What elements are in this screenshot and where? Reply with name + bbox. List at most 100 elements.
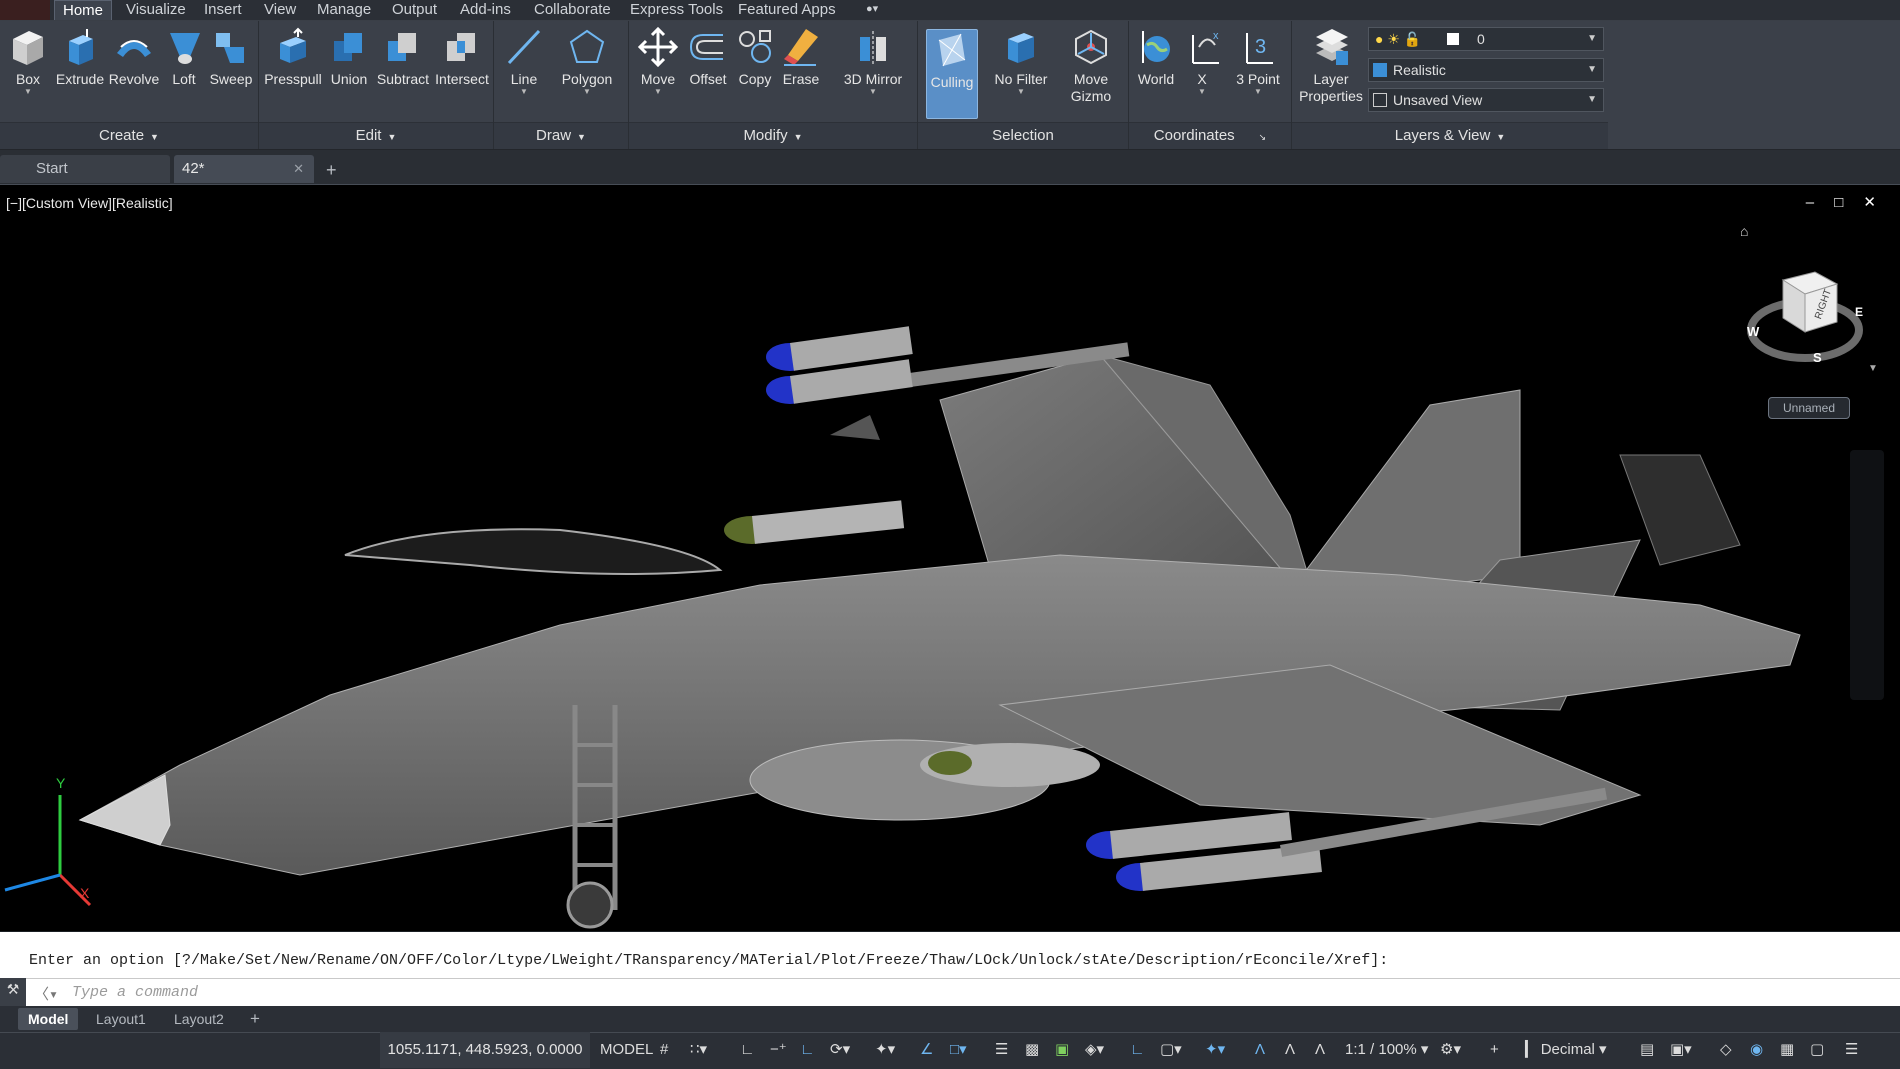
command-prompt-icon[interactable]: 〈▾ [34, 983, 58, 1004]
model-space-toggle[interactable]: MODEL [600, 1032, 653, 1068]
visual-style-dropdown[interactable]: Realistic ▼ [1368, 58, 1604, 82]
clean-screen-icon[interactable]: ▢ [1810, 1032, 1824, 1068]
panel-title-coordinates[interactable]: Coordinates ↘ [1129, 122, 1291, 149]
named-view-dropdown[interactable]: Unsaved View ▼ [1368, 88, 1604, 112]
selection-cycling-icon[interactable]: ▣ [1055, 1032, 1069, 1068]
3d-mirror-button[interactable]: 3D Mirror ▼ [833, 27, 913, 96]
home-icon[interactable]: ⌂ [1740, 223, 1748, 239]
command-placeholder: Type a command [72, 984, 199, 1001]
panel-title-draw[interactable]: Draw ▼ [494, 122, 628, 149]
selection-filter-icon[interactable]: ▢▾ [1160, 1032, 1182, 1068]
grid-icon[interactable]: # [660, 1032, 668, 1068]
panel-draw: Line ▼ Polygon ▼ Draw ▼ [494, 21, 629, 149]
tab-drawing-42[interactable]: 42* ✕ [174, 155, 314, 183]
tab-layout2[interactable]: Layout2 [164, 1008, 234, 1030]
isodraft-icon[interactable]: ✦▾ [875, 1032, 895, 1068]
panel-title-edit[interactable]: Edit ▼ [259, 122, 493, 149]
tab-start[interactable]: Start [0, 155, 170, 183]
graphics-performance-icon[interactable]: ▦ [1780, 1032, 1794, 1068]
object-snap-tracking-icon[interactable]: ∠ [920, 1032, 933, 1068]
object-snap-icon[interactable]: □▾ [950, 1032, 967, 1068]
x-ucs-button[interactable]: x X ▼ [1183, 27, 1221, 96]
navigation-bar[interactable] [1850, 450, 1884, 700]
isolate-objects-icon[interactable]: ◇ [1720, 1032, 1732, 1068]
offset-button[interactable]: Offset [685, 27, 731, 88]
customize-wrench-icon[interactable]: ⚒ [0, 981, 26, 998]
move-gizmo-button[interactable]: Move Gizmo [1060, 27, 1122, 105]
viewport-controls-label[interactable]: [−][Custom View][Realistic] [6, 195, 173, 211]
polygon-button[interactable]: Polygon ▼ [554, 27, 620, 96]
no-filter-button[interactable]: No Filter ▼ [988, 27, 1054, 96]
erase-icon [784, 29, 818, 66]
lock-ui-icon[interactable]: ▣▾ [1670, 1032, 1692, 1068]
auto-scale-icon[interactable]: Λ [1285, 1032, 1295, 1068]
tab-insert[interactable]: Insert [196, 0, 250, 20]
ucs-menu-button[interactable]: Unnamed [1768, 397, 1850, 419]
revolve-button[interactable]: Revolve [108, 27, 160, 88]
lineweight-icon[interactable]: ☰ [995, 1032, 1008, 1068]
3-point-ucs-button[interactable]: 3 3 Point ▼ [1229, 27, 1287, 96]
transparency-icon[interactable]: ▩ [1025, 1032, 1039, 1068]
tab-manage[interactable]: Manage [309, 0, 379, 20]
polar-tracking-icon[interactable]: ⟳▾ [830, 1032, 850, 1068]
intersect-button[interactable]: Intersect [433, 27, 491, 88]
tab-express-tools[interactable]: Express Tools [622, 0, 731, 20]
upper-green-missile-body [752, 500, 905, 544]
annotation-visibility-icon[interactable]: Λ [1255, 1032, 1265, 1068]
copy-button[interactable]: Copy [733, 27, 777, 88]
tab-featured-apps[interactable]: Featured Apps [730, 0, 844, 20]
union-button[interactable]: Union [325, 27, 373, 88]
tab-visualize[interactable]: Visualize [118, 0, 194, 20]
infer-constraints-icon[interactable]: ∟ [740, 1032, 755, 1068]
layer-dropdown[interactable]: ● ☀ 🔓 0 ▼ [1368, 27, 1604, 51]
panel-title-create[interactable]: Create ▼ [0, 122, 258, 149]
line-button[interactable]: Line ▼ [502, 27, 546, 96]
subtract-button[interactable]: Subtract [375, 27, 431, 88]
tab-output[interactable]: Output [384, 0, 445, 20]
snap-icon[interactable]: ∷▾ [690, 1032, 707, 1068]
video-menu-icon[interactable]: ●▾ [858, 0, 886, 20]
viewcube[interactable]: RIGHT W S E [1745, 260, 1865, 370]
close-tab-icon[interactable]: ✕ [293, 155, 304, 183]
units-dropdown[interactable]: ▎ Decimal ▾ [1525, 1032, 1607, 1068]
3d-object-snap-icon[interactable]: ◈▾ [1085, 1032, 1104, 1068]
panel-title-modify[interactable]: Modify ▼ [629, 122, 917, 149]
fuselage [78, 554, 1801, 876]
loft-button[interactable]: Loft [164, 27, 204, 88]
tab-view[interactable]: View [256, 0, 304, 20]
gizmo-icon[interactable]: ✦▾ [1205, 1032, 1225, 1068]
new-layout-button[interactable]: + [240, 1008, 270, 1030]
ortho-icon[interactable]: ∟ [800, 1032, 815, 1068]
annotation-monitor-icon[interactable]: + [1490, 1032, 1499, 1068]
tab-model[interactable]: Model [18, 1008, 79, 1030]
box-button[interactable]: Box ▼ [6, 27, 50, 96]
culling-button[interactable]: Culling [926, 29, 978, 119]
sweep-icon [216, 33, 244, 63]
annotation-scale-icon[interactable]: Λ [1315, 1032, 1325, 1068]
command-input[interactable]: 〈▾ Type a command [26, 978, 1900, 1007]
extrude-button[interactable]: Extrude [54, 27, 106, 88]
tab-home[interactable]: Home [54, 0, 113, 20]
viewport-window-controls[interactable]: – □ ✕ [1806, 193, 1884, 211]
tab-layout1[interactable]: Layout1 [86, 1008, 156, 1030]
new-tab-button[interactable]: + [326, 160, 337, 181]
presspull-button[interactable]: Presspull [263, 27, 323, 88]
application-menu-button[interactable] [0, 0, 50, 20]
quick-properties-icon[interactable]: ▤ [1640, 1032, 1654, 1068]
annotation-scale-dropdown[interactable]: 1:1 / 100% ▾ [1345, 1032, 1428, 1068]
world-ucs-button[interactable]: World [1133, 27, 1179, 88]
tab-collaborate[interactable]: Collaborate [526, 0, 619, 20]
erase-button[interactable]: Erase [779, 27, 823, 88]
workspace-gear-icon[interactable]: ⚙▾ [1440, 1032, 1461, 1068]
panel-title-layers-view[interactable]: Layers & View ▼ [1292, 122, 1608, 149]
dynamic-input-icon[interactable]: −⁺ [770, 1032, 787, 1068]
move-button[interactable]: Move ▼ [635, 27, 681, 96]
sweep-button[interactable]: Sweep [208, 27, 254, 88]
layer-properties-button[interactable]: Layer Properties [1296, 27, 1366, 105]
drawing-viewport[interactable]: Y X [−][Custom View][Realistic] – □ ✕ ⌂ … [0, 185, 1900, 931]
tab-add-ins[interactable]: Add-ins [452, 0, 519, 20]
dynamic-ucs-icon[interactable]: ∟ [1130, 1032, 1145, 1068]
viewcube-menu-icon[interactable]: ▼ [1868, 363, 1878, 374]
hardware-acceleration-icon[interactable]: ◉ [1750, 1032, 1763, 1068]
customization-menu-icon[interactable]: ☰ [1845, 1032, 1858, 1068]
